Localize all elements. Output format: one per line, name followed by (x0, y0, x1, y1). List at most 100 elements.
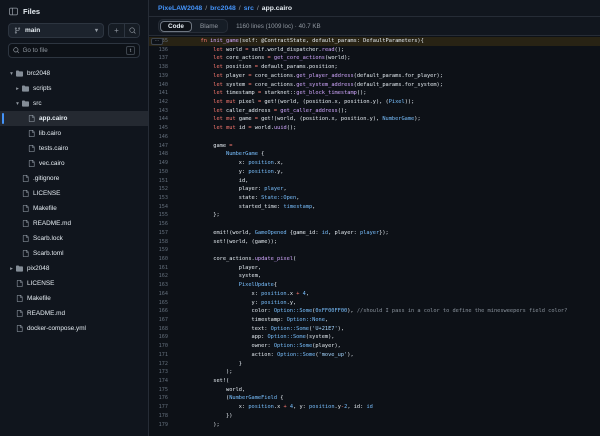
tree-item-README.md[interactable]: README.md (0, 216, 148, 231)
line-number[interactable]: 172 (149, 360, 175, 369)
tree-item-LICENSE[interactable]: LICENSE (0, 276, 148, 291)
folder-icon (22, 100, 29, 107)
line-number[interactable]: 163 (149, 281, 175, 290)
file-icon (28, 145, 35, 152)
tree-item-Scarb.lock[interactable]: Scarb.lock (0, 231, 148, 246)
tree-item-vec.cairo[interactable]: vec.cairo (0, 156, 148, 171)
tree-item-tests.cairo[interactable]: tests.cairo (0, 141, 148, 156)
tree-item-README.md[interactable]: README.md (0, 306, 148, 321)
code-text: x: position.x + 4, y: position.y-2, id: … (175, 403, 600, 412)
tree-item-LICENSE[interactable]: LICENSE (0, 186, 148, 201)
breadcrumb-repo[interactable]: PixeLAW2048 (158, 5, 202, 12)
tree-item-docker-compose.yml[interactable]: docker-compose.yml (0, 321, 148, 336)
line-number[interactable]: 175 (149, 386, 175, 395)
line-number[interactable]: 141 (149, 89, 175, 98)
icon-wrap (28, 130, 35, 137)
github-code-view: Files main ▾ + (0, 0, 600, 436)
tree-item-brc2048[interactable]: ▾brc2048 (0, 66, 148, 81)
line-number[interactable]: 137 (149, 54, 175, 63)
line-number[interactable]: 164 (149, 290, 175, 299)
breadcrumb-folder-src[interactable]: src (244, 5, 254, 12)
line-number[interactable]: 147 (149, 142, 175, 151)
line-number[interactable]: 165 (149, 299, 175, 308)
line-number[interactable]: 167 (149, 316, 175, 325)
line-number[interactable]: 160 (149, 255, 175, 264)
line-number[interactable]: 139 (149, 72, 175, 81)
line-number[interactable]: 171 (149, 351, 175, 360)
tree-item-app.cairo[interactable]: app.cairo (0, 111, 148, 126)
code-line: 177 x: position.x + 4, y: position.y-2, … (149, 403, 600, 412)
tree-item-Scarb.toml[interactable]: Scarb.toml (0, 246, 148, 261)
code-line: 139 let player = core_actions.get_player… (149, 72, 600, 81)
line-number[interactable]: 148 (149, 150, 175, 159)
line-number[interactable]: 169 (149, 333, 175, 342)
chevron-down-icon[interactable]: ▾ (7, 71, 16, 77)
git-branch-icon (14, 27, 21, 34)
line-number[interactable]: 178 (149, 412, 175, 421)
shortcut-key-badge: t (126, 46, 135, 55)
file-icon (16, 280, 23, 287)
line-number[interactable]: 179 (149, 421, 175, 430)
go-to-file-input[interactable] (23, 47, 124, 54)
code-text: timestamp: Option::None, (175, 316, 600, 325)
tree-item-pix2048[interactable]: ▸pix2048 (0, 261, 148, 276)
line-number[interactable]: 157 (149, 229, 175, 238)
add-file-button[interactable]: + (109, 24, 124, 37)
tab-blame[interactable]: Blame (192, 21, 226, 32)
tree-item-scripts[interactable]: ▸scripts (0, 81, 148, 96)
tree-item-label: LICENSE (33, 190, 60, 197)
tree-item-Makefile[interactable]: Makefile (0, 291, 148, 306)
line-number[interactable]: 146 (149, 133, 175, 142)
line-number[interactable]: 136 (149, 46, 175, 55)
line-number[interactable]: 153 (149, 194, 175, 203)
search-button[interactable] (124, 24, 139, 37)
tree-item-Makefile[interactable]: Makefile (0, 201, 148, 216)
line-number[interactable]: 161 (149, 264, 175, 273)
line-number[interactable]: 149 (149, 159, 175, 168)
line-number[interactable]: 177 (149, 403, 175, 412)
chevron-right-icon[interactable]: ▸ (7, 266, 16, 272)
line-number[interactable]: 159 (149, 246, 175, 255)
chevron-right-icon[interactable]: ▸ (13, 86, 22, 92)
tab-code[interactable]: Code (160, 21, 192, 32)
line-number[interactable]: 154 (149, 203, 175, 212)
code-line: 147 game = (149, 142, 600, 151)
branch-selector[interactable]: main ▾ (8, 23, 104, 38)
tree-item-src[interactable]: ▾src (0, 96, 148, 111)
line-number[interactable]: 174 (149, 377, 175, 386)
line-number[interactable]: 155 (149, 211, 175, 220)
chevron-down-icon[interactable]: ▾ (13, 101, 22, 107)
line-number[interactable]: 158 (149, 238, 175, 247)
line-number[interactable]: 144 (149, 115, 175, 124)
line-number[interactable]: 143 (149, 107, 175, 116)
line-menu-button[interactable]: ··· (151, 38, 163, 45)
line-number[interactable]: 140 (149, 81, 175, 90)
tree-item-label: Scarb.lock (33, 235, 63, 242)
breadcrumb-folder-brc2048[interactable]: brc2048 (210, 5, 236, 12)
tree-item-label: Makefile (27, 295, 51, 302)
code-line: 171 action: Option::Some('move_up'), (149, 351, 600, 360)
line-number[interactable]: 142 (149, 98, 175, 107)
side-panel-icon[interactable] (9, 7, 18, 16)
line-number[interactable]: 166 (149, 307, 175, 316)
line-number[interactable]: 152 (149, 185, 175, 194)
line-number[interactable]: 156 (149, 220, 175, 229)
line-number[interactable]: 145 (149, 124, 175, 133)
folder-icon (16, 265, 23, 272)
code-text: let mut game = get!(world, (position.x, … (175, 115, 600, 124)
line-number[interactable]: 170 (149, 342, 175, 351)
line-number[interactable]: 151 (149, 177, 175, 186)
tree-item-lib.cairo[interactable]: lib.cairo (0, 126, 148, 141)
line-number[interactable]: 168 (149, 325, 175, 334)
line-number[interactable]: 150 (149, 168, 175, 177)
line-number[interactable]: 138 (149, 63, 175, 72)
tree-item-label: lib.cairo (39, 130, 61, 137)
tree-item-.gitignore[interactable]: .gitignore (0, 171, 148, 186)
code-text: core_actions.update_pixel( (175, 255, 600, 264)
line-number[interactable]: 176 (149, 394, 175, 403)
code-line: 165 y: position.y, (149, 299, 600, 308)
line-number[interactable]: 162 (149, 272, 175, 281)
go-to-file-box[interactable]: t (8, 43, 140, 58)
line-number[interactable]: 173 (149, 368, 175, 377)
files-header: Files (0, 0, 148, 21)
